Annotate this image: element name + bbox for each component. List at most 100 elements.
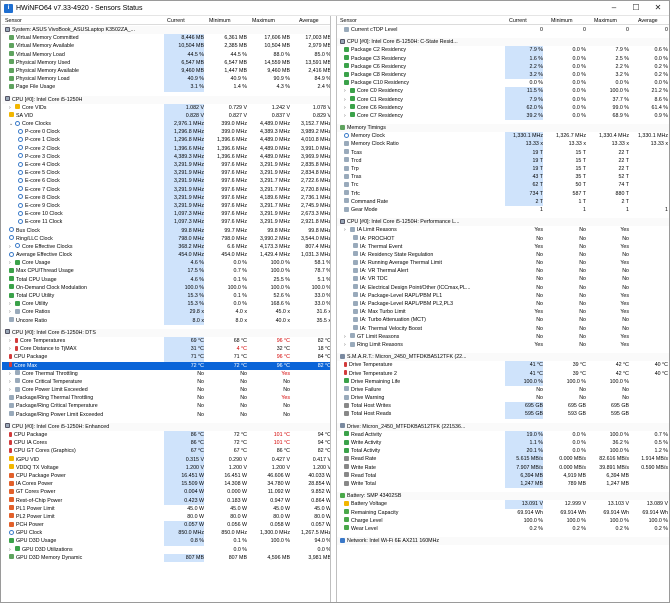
sensor-row[interactable]: Write Rate 7.907 MB/s 0.000 MB/s 39.891 MB/… xyxy=(337,463,669,472)
sensor-row[interactable]: Package C8 Residency 3.2 % 0.0 % 3.2 % 0.2 % xyxy=(337,70,669,80)
col-minimum[interactable]: Minimum xyxy=(209,18,230,24)
sensor-row[interactable]: › IA Limit Reasons Yes No Yes xyxy=(337,226,669,234)
sensor-row[interactable]: Write Total 1,247 MB 789 MB 1,247 MB xyxy=(337,479,669,489)
sensor-row[interactable]: › Core Thermal Throttling No No Yes xyxy=(2,370,330,378)
sensor-row[interactable]: Package C2 Residency 7.9 % 0.0 % 7.9 % 0.6 % xyxy=(337,46,669,55)
expand-icon[interactable]: › xyxy=(9,243,14,251)
expand-icon[interactable]: › xyxy=(344,112,349,120)
sensor-row[interactable]: Drive Temperature 41 °C 39 °C 42 °C 40 °C xyxy=(337,361,669,370)
expand-icon[interactable]: › xyxy=(344,226,349,234)
sensor-row[interactable]: Trfc 734 T 587 T 880 T xyxy=(337,189,669,198)
sensor-group-header[interactable]: CPU [#0]: Intel Core i5-1250H: DTS xyxy=(2,328,330,337)
sensor-row[interactable]: Tcas 19 T 15 T 22 T xyxy=(337,148,669,157)
sensor-row[interactable]: Drive Failure No No No xyxy=(337,386,669,394)
sensor-row[interactable]: › Core Critical Temperature No No No xyxy=(2,378,330,386)
col-sensor[interactable]: Sensor xyxy=(5,18,22,24)
sensor-row[interactable]: Read Rate 5.615 MB/s 0.000 MB/s 82.616 MB/s… xyxy=(337,455,669,464)
sensor-row[interactable]: Charge Level 100.0 % 100.0 % 100.0 % 100.0 % xyxy=(337,517,669,525)
sensor-row[interactable]: Battery Voltage 13.091 V 12.999 V 13.103 V 1… xyxy=(337,500,669,509)
expand-icon[interactable]: › xyxy=(344,96,349,104)
sensor-row[interactable]: E-core 11 Clock 1,097.3 MHz 997.6 MHz 3,291… xyxy=(2,218,330,227)
sensor-row[interactable]: iGPU VID 0.315 V 0.290 V 0.427 V 0.417 V xyxy=(2,455,330,464)
sensor-row[interactable]: E-core 4 Clock 3,291.9 MHz 997.6 MHz 3,291.… xyxy=(2,161,330,170)
sensor-row[interactable]: Physical Memory Load 40.9 % 40.9 % 90.9 % 84… xyxy=(2,75,330,84)
sensor-group-header[interactable]: Battery: SMP 43402SB xyxy=(337,492,669,501)
sensor-row[interactable]: › Core Power Limit Exceeded No No No xyxy=(2,386,330,394)
title-bar[interactable]: i HWiNFO64 v7.33-4920 - Sensors Status –… xyxy=(1,1,669,16)
sensor-group-header[interactable]: CPU [#0]: Intel Core i5-1250H: Enhanced xyxy=(2,422,330,431)
sensor-row[interactable]: GPU Clock 850.0 MHz 850.0 MHz 1,300.0 MHz 1,… xyxy=(2,529,330,538)
sensor-group-header[interactable]: CPU [#0]: Intel Core i5-1250H: Performan… xyxy=(337,218,669,227)
sensor-group-header[interactable]: System: ASUS VivoBook_ASUSLaptop K3502ZA… xyxy=(2,26,330,35)
sensor-group-header[interactable]: Network: Intel Wi-Fi 6E AX211 160MHz xyxy=(337,537,669,546)
sensor-row[interactable]: E-core 5 Clock 3,291.9 MHz 997.6 MHz 3,291.… xyxy=(2,169,330,178)
sensor-row[interactable]: IA: Max Turbo Limit Yes No Yes xyxy=(337,308,669,316)
sensor-row[interactable]: Package C6 Residency 2.2 % 0.0 % 2.2 % 0.2 % xyxy=(337,62,669,71)
sensor-row[interactable]: CPU GT Cores (Graphics) 67 °C 67 °C 86 °C 82… xyxy=(2,447,330,456)
sensor-group-header[interactable]: Drive: Micron_2450_MTFDKBA512TFK (221536… xyxy=(337,422,669,431)
sensor-row[interactable]: › Core C6 Residency 62.0 % 0.0 % 99.0 % 61.4 … xyxy=(337,103,669,112)
expand-icon[interactable]: › xyxy=(344,104,349,112)
sensor-row[interactable]: › GT Limit Reasons No No Yes xyxy=(337,333,669,341)
expand-icon[interactable]: › xyxy=(9,337,14,345)
expand-icon[interactable]: › xyxy=(344,87,349,95)
sensor-row[interactable]: Uncore Ratio 8.0 x 8.0 x 40.0 x 35.5 x xyxy=(2,316,330,325)
sensor-row[interactable]: Core Max 72 °C 72 °C 96 °C 82 °C xyxy=(2,361,330,370)
sensor-row[interactable]: Memory Clock Ratio 13.33 x 13.33 x 13.33 x 1… xyxy=(337,140,669,149)
sensor-row[interactable]: Write Activity 1.1 % 0.0 % 36.2 % 0.5 % xyxy=(337,439,669,448)
sensor-row[interactable]: IA: Residency State Regulation No No No xyxy=(337,251,669,259)
sensor-row[interactable]: E-core 8 Clock 3,291.9 MHz 997.6 MHz 4,189.… xyxy=(2,193,330,202)
sensor-row[interactable]: › Core Ratios 29.8 x 4.0 x 45.0 x 31.6 x xyxy=(2,308,330,317)
sensor-row[interactable]: IA: Electrical Design Point/Other (ICCma… xyxy=(337,284,669,292)
sensor-pane-left[interactable]: Sensor Current Minimum Maximum Average S… xyxy=(2,16,331,602)
sensor-row[interactable]: Total Activity 20.1 % 0.0 % 100.0 % 1.2 % xyxy=(337,447,669,456)
sensor-row[interactable]: Remaining Capacity 69.914 Wh 69.914 Wh 69.9… xyxy=(337,509,669,517)
expand-icon[interactable]: › xyxy=(344,333,349,341)
sensor-row[interactable]: P-core 3 Clock 4,389.3 MHz 1,396.6 MHz 4,48… xyxy=(2,152,330,162)
col-sensor[interactable]: Sensor xyxy=(340,18,357,24)
sensor-row[interactable]: › Core Distance to TjMAX 31 °C 4 °C 32 °C 18 … xyxy=(2,345,330,354)
expand-icon[interactable]: › xyxy=(9,259,14,267)
expand-icon[interactable]: › xyxy=(9,370,14,378)
sensor-row[interactable]: IA: VR Thermal Alert No No No xyxy=(337,267,669,275)
sensor-row[interactable]: CPU Package Power 16.451 W 16.451 W 46.606 … xyxy=(2,471,330,481)
sensor-row[interactable]: E-core 9 Clock 3,291.9 MHz 997.6 MHz 3,291.… xyxy=(2,201,330,211)
sensor-row[interactable]: Package C3 Residency 1.6 % 0.0 % 2.5 % 0.0 % xyxy=(337,54,669,63)
sensor-row[interactable]: Ring/LLC Clock 798.0 MHz 798.0 MHz 3,990.2 … xyxy=(2,234,330,243)
sensor-row[interactable]: Tras 43 T 35 T 52 T xyxy=(337,173,669,182)
sensor-row[interactable]: SA VID 0.828 V 0.827 V 0.837 V 0.829 V xyxy=(2,111,330,121)
sensor-pane-right[interactable]: Sensor Current Minimum Maximum Average C… xyxy=(336,16,669,602)
sensor-row[interactable]: On-Demand Clock Modulation 100.0 % 100.0 %… xyxy=(2,283,330,293)
col-minimum[interactable]: Minimum xyxy=(551,18,572,24)
sensor-row[interactable]: Memory Clock 1,330.1 MHz 1,326.7 MHz 1,330.… xyxy=(337,132,669,141)
sensor-row[interactable]: › Core Utility 15.3 % 0.0 % 168.6 % 33.0 % xyxy=(2,300,330,309)
col-maximum[interactable]: Maximum xyxy=(594,18,617,24)
sensor-row[interactable]: Max CPU/Thread Usage 17.5 % 0.7 % 100.0 % 78… xyxy=(2,267,330,276)
expand-icon[interactable]: › xyxy=(9,546,14,554)
close-button[interactable]: ✕ xyxy=(647,1,669,15)
sensor-row[interactable]: › Core C7 Residency 39.2 % 0.0 % 68.9 % 0.9 % xyxy=(337,111,669,121)
sensor-row[interactable]: IA Cores Power 15.509 W 14.308 W 34.780 W 28… xyxy=(2,480,330,489)
sensor-row[interactable]: Package/Ring Power Limit Exceeded No No No xyxy=(2,411,330,419)
sensor-row[interactable]: › Core C0 Residency 11.5 % 0.0 % 100.0 % 21.2… xyxy=(337,87,669,96)
expand-icon[interactable]: › xyxy=(9,378,14,386)
sensor-row[interactable]: Virtual Memory Load 44.5 % 44.5 % 88.0 % 85.… xyxy=(2,50,330,59)
col-current[interactable]: Current xyxy=(509,18,527,24)
sensor-row[interactable]: › Core C1 Residency 7.9 % 0.0 % 37.7 % 8.6 % xyxy=(337,95,669,104)
sensor-row[interactable]: P-core 2 Clock 1,396.6 MHz 1,396.6 MHz 4,48… xyxy=(2,144,330,153)
sensor-row[interactable]: PL1 Power Limit 45.0 W 45.0 W 45.0 W 45.0 W xyxy=(2,505,330,513)
sensor-row[interactable]: CPU Package 86 °C 72 °C 101 °C 94 °C xyxy=(2,431,330,440)
sensor-row[interactable]: PCH Power 0.057 W 0.056 W 0.058 W 0.057 W xyxy=(2,521,330,530)
sensor-row[interactable]: CPU Package 71 °C 71 °C 96 °C 84 °C xyxy=(2,353,330,362)
sensor-row[interactable]: Bus Clock 99.8 MHz 99.7 MHz 99.8 MHz 99.8 MH… xyxy=(2,226,330,235)
collapse-icon[interactable]: ⌄ xyxy=(9,120,14,128)
sensor-row[interactable]: Package/Ring Critical Temperature No No No xyxy=(2,402,330,410)
sensor-row[interactable]: Rest-of-Chip Power 0.423 W 0.183 W 0.947 W 0… xyxy=(2,496,330,505)
col-maximum[interactable]: Maximum xyxy=(252,18,275,24)
sensor-row[interactable]: Page File Usage 3.1 % 1.4 % 4.3 % 2.4 % xyxy=(2,83,330,92)
sensor-row[interactable]: IA: PROCHOT No No No xyxy=(337,235,669,243)
sensor-row[interactable]: Drive Warning No No No xyxy=(337,394,669,402)
sensor-row[interactable]: › Ring Limit Reasons Yes No Yes xyxy=(337,341,669,349)
sensor-row[interactable]: Command Rate 2 T 1 T 2 T xyxy=(337,197,669,206)
sensor-row[interactable]: Trcd 19 T 15 T 22 T xyxy=(337,156,669,166)
